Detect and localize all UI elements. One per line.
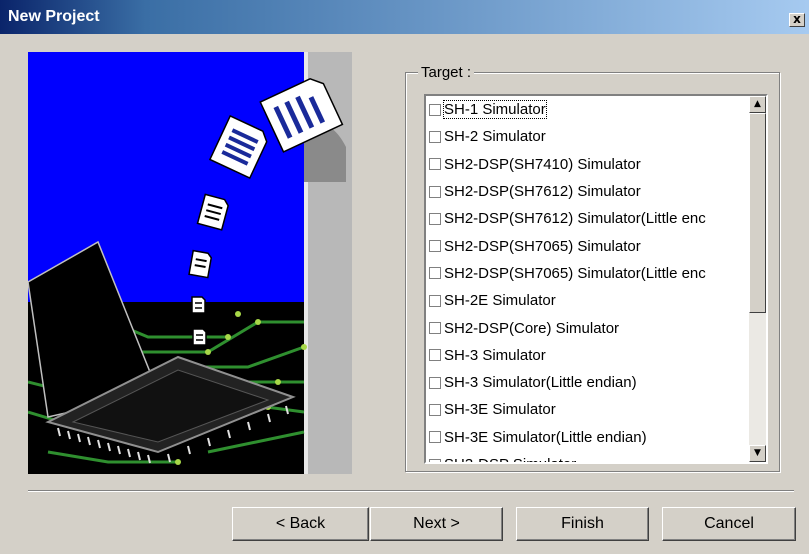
target-item-label: SH2-DSP(SH7612) Simulator — [444, 183, 641, 201]
target-item-label: SH2-DSP(SH7612) Simulator(Little enc — [444, 210, 706, 228]
next-button[interactable]: Next > — [370, 507, 503, 541]
scroll-up-button[interactable]: ▲ — [749, 96, 766, 113]
target-item-label: SH2-DSP(SH7065) Simulator — [444, 237, 641, 255]
window-title: New Project — [8, 8, 100, 25]
target-checkbox[interactable] — [429, 267, 441, 280]
target-checkbox[interactable] — [429, 349, 441, 362]
target-list-item[interactable]: SH-3 Simulator — [426, 342, 749, 369]
target-checkbox[interactable] — [429, 158, 441, 171]
target-checkbox[interactable] — [429, 458, 441, 462]
target-item-label: SH-1 Simulator — [443, 100, 547, 120]
target-listbox[interactable]: SH-1 Simulator SH-2 Simulator SH2-DSP(SH74… — [424, 94, 768, 464]
target-checkbox[interactable] — [429, 212, 441, 225]
scrollbar-thumb[interactable] — [749, 113, 766, 313]
target-list-item[interactable]: SH3-DSP Simulator — [426, 451, 749, 462]
arrow-down-icon: ▼ — [754, 448, 761, 458]
close-button[interactable]: x — [789, 13, 805, 27]
target-item-label: SH-3E Simulator(Little endian) — [444, 428, 647, 446]
target-checkbox[interactable] — [429, 403, 441, 416]
target-item-label: SH2-DSP(Core) Simulator — [444, 319, 620, 337]
target-item-label: SH-2E Simulator — [444, 292, 556, 310]
title-bar: New Project x — [0, 0, 809, 34]
target-item-label: SH-2 Simulator — [444, 128, 546, 146]
target-list-item[interactable]: SH2-DSP(SH7065) Simulator(Little enc — [426, 260, 749, 287]
target-list: SH-1 Simulator SH-2 Simulator SH2-DSP(SH74… — [426, 96, 749, 462]
target-list-item[interactable]: SH2-DSP(SH7410) Simulator — [426, 151, 749, 178]
separator-line — [28, 490, 794, 492]
target-list-item[interactable]: SH2-DSP(SH7612) Simulator — [426, 178, 749, 205]
chip-documents-illustration — [28, 52, 352, 474]
target-list-item[interactable]: SH-1 Simulator — [426, 96, 749, 123]
target-checkbox[interactable] — [429, 240, 441, 253]
back-button[interactable]: < Back — [232, 507, 369, 541]
arrow-up-icon: ▲ — [754, 99, 761, 109]
target-list-item[interactable]: SH-2 Simulator — [426, 123, 749, 150]
target-list-item[interactable]: SH-3 Simulator(Little endian) — [426, 369, 749, 396]
vertical-scrollbar[interactable]: ▲ ▼ — [749, 96, 766, 462]
target-checkbox[interactable] — [429, 185, 441, 198]
target-checkbox[interactable] — [429, 431, 441, 444]
target-item-label: SH-3 Simulator — [444, 346, 546, 364]
target-list-item[interactable]: SH-2E Simulator — [426, 287, 749, 314]
target-item-label: SH2-DSP(SH7065) Simulator(Little enc — [444, 264, 706, 282]
target-list-item[interactable]: SH-3E Simulator — [426, 396, 749, 423]
target-item-label: SH-3 Simulator(Little endian) — [444, 374, 637, 392]
target-item-label: SH-3E Simulator — [444, 401, 556, 419]
target-list-item[interactable]: SH-3E Simulator(Little endian) — [426, 424, 749, 451]
cancel-button[interactable]: Cancel — [662, 507, 796, 541]
target-checkbox[interactable] — [429, 103, 441, 116]
target-checkbox[interactable] — [429, 130, 441, 143]
finish-button[interactable]: Finish — [516, 507, 649, 541]
target-list-item[interactable]: SH2-DSP(SH7612) Simulator(Little enc — [426, 205, 749, 232]
wizard-illustration — [28, 52, 352, 474]
target-checkbox[interactable] — [429, 322, 441, 335]
target-item-label: SH3-DSP Simulator — [444, 456, 576, 462]
target-checkbox[interactable] — [429, 376, 441, 389]
target-list-item[interactable]: SH2-DSP(Core) Simulator — [426, 314, 749, 341]
scroll-down-button[interactable]: ▼ — [749, 445, 766, 462]
target-label: Target : — [418, 64, 475, 81]
target-checkbox[interactable] — [429, 294, 441, 307]
target-list-item[interactable]: SH2-DSP(SH7065) Simulator — [426, 232, 749, 259]
new-project-dialog: New Project x Target: SH-1 Simulator SH… — [0, 0, 809, 554]
target-item-label: SH2-DSP(SH7410) Simulator — [444, 155, 641, 173]
